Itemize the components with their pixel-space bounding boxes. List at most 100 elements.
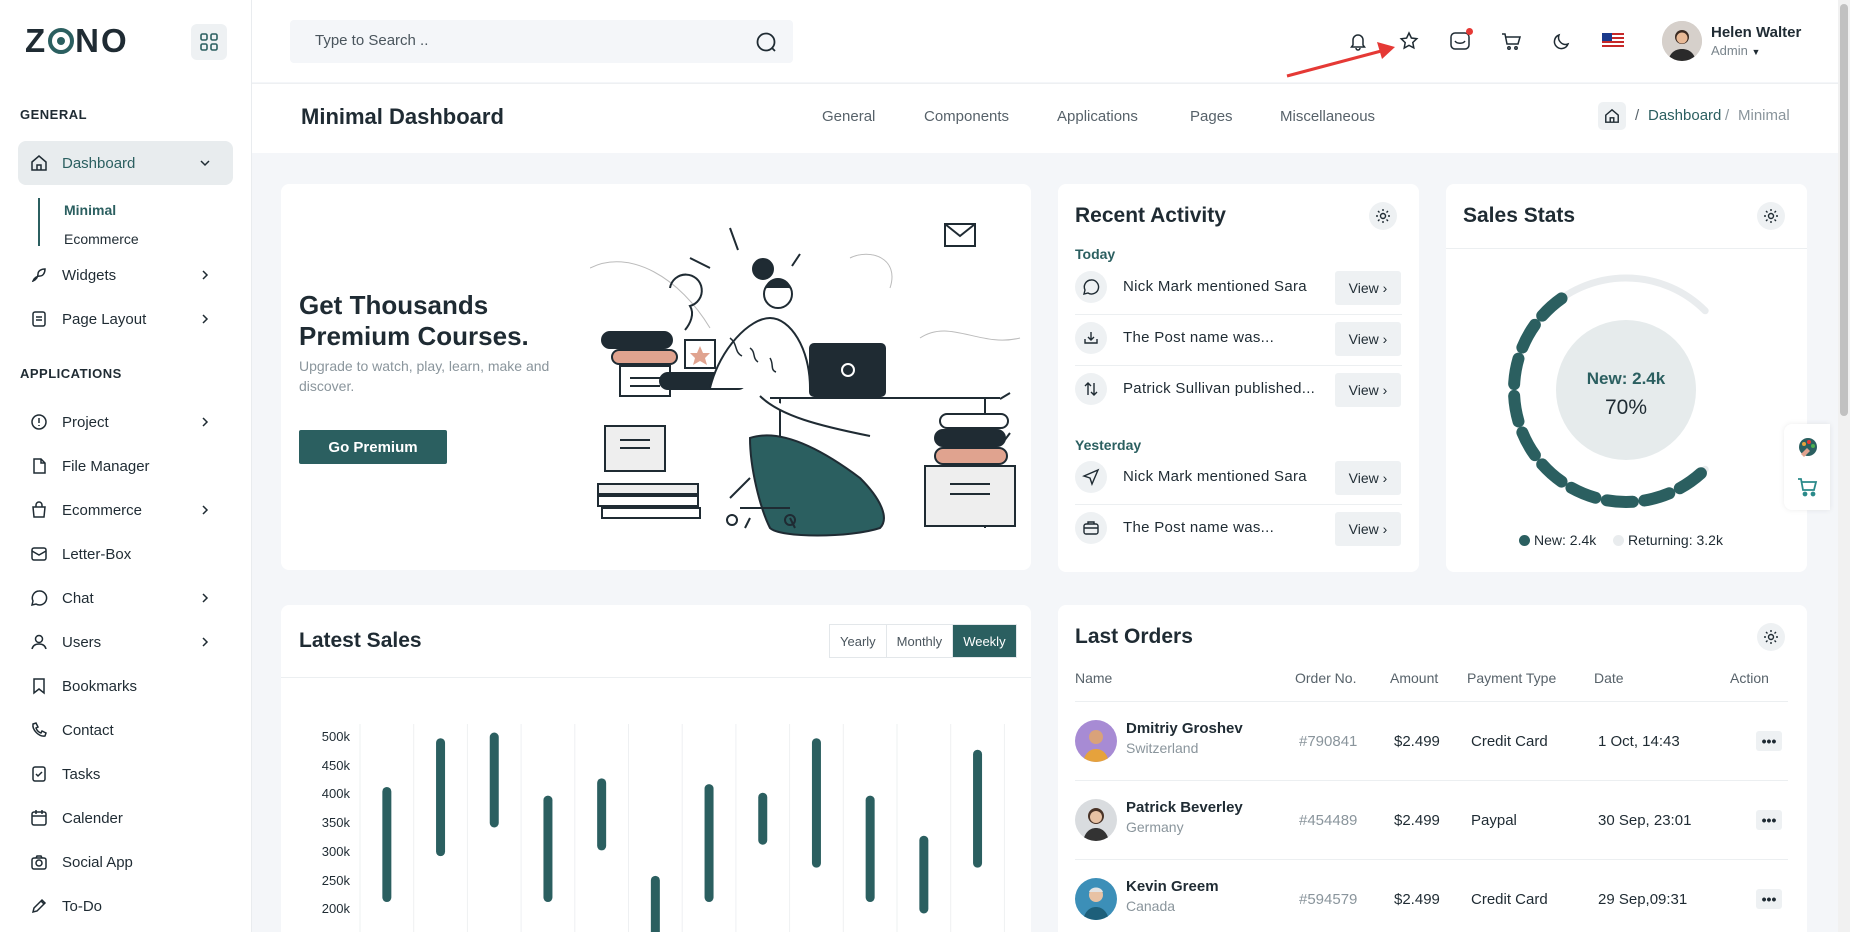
period-monthly[interactable]: Monthly	[887, 625, 954, 657]
column-header-name: Name	[1075, 670, 1113, 686]
cart-button[interactable]	[1500, 30, 1522, 52]
column-header-amount: Amount	[1390, 670, 1439, 686]
search-input[interactable]: Type to Search ..	[315, 32, 428, 49]
more-actions-button[interactable]: •••	[1756, 810, 1782, 830]
payment-type: Credit Card	[1471, 733, 1548, 750]
gauge-segment	[1516, 318, 1541, 354]
go-premium-button[interactable]: Go Premium	[299, 430, 447, 464]
activity-settings-button[interactable]	[1369, 202, 1397, 230]
language-button[interactable]	[1601, 30, 1625, 52]
sidebar-item-dashboard[interactable]: Dashboard	[18, 141, 233, 185]
activity-text: Nick Mark mentioned Sara	[1123, 468, 1307, 485]
view-button[interactable]: View ›	[1335, 512, 1401, 546]
phone-icon	[30, 721, 48, 739]
tab-components[interactable]: Components	[924, 108, 1009, 125]
search-icon[interactable]	[755, 31, 777, 53]
section-general: GENERAL	[20, 107, 88, 122]
tasks-icon	[30, 765, 48, 783]
order-amount: $2.499	[1394, 812, 1440, 829]
section-applications: APPLICATIONS	[20, 366, 122, 381]
logo[interactable]: Z NO	[25, 22, 129, 60]
activity-text: The Post name was...	[1123, 329, 1275, 346]
breadcrumb-home[interactable]	[1598, 102, 1626, 130]
send-icon	[1075, 461, 1107, 493]
chevron-down-icon	[200, 160, 210, 167]
scrollbar-thumb[interactable]	[1840, 4, 1848, 416]
period-yearly[interactable]: Yearly	[830, 625, 887, 657]
breadcrumb-separator: /	[1635, 107, 1640, 124]
user-name[interactable]: Helen Walter	[1711, 24, 1801, 41]
sidebar-item-file-manager[interactable]: File Manager	[18, 444, 233, 488]
camera-icon	[30, 853, 48, 871]
view-button[interactable]: View ›	[1335, 373, 1401, 407]
sidebar-item-letter-box[interactable]: Letter-Box	[18, 532, 233, 576]
messages-button[interactable]	[1449, 28, 1473, 52]
sidebar-item-label: Contact	[62, 721, 114, 739]
orders-settings-button[interactable]	[1757, 623, 1785, 651]
sidebar-item-to-do[interactable]: To-Do	[18, 884, 233, 928]
period-weekly[interactable]: Weekly	[953, 625, 1016, 657]
sidebar-item-widgets[interactable]: Widgets	[18, 253, 233, 297]
sidebar-item-page-layout[interactable]: Page Layout	[18, 297, 233, 341]
student-illustration	[590, 223, 1021, 537]
search-box[interactable]: Type to Search ..	[290, 20, 793, 63]
sidebar-item-chat[interactable]: Chat	[18, 576, 233, 620]
sidebar-item-label: Bookmarks	[62, 677, 138, 695]
more-actions-button[interactable]: •••	[1756, 889, 1782, 909]
sidebar-subitem-minimal[interactable]: Minimal	[64, 202, 116, 218]
avatar[interactable]	[1662, 21, 1702, 61]
customer-name: Dmitriy Groshev	[1126, 720, 1243, 737]
file-icon	[30, 457, 48, 475]
column-header-order: Order No.	[1295, 670, 1357, 686]
view-button[interactable]: View ›	[1335, 322, 1401, 356]
user-icon	[30, 633, 48, 651]
bag-icon	[30, 501, 48, 519]
payment-type: Credit Card	[1471, 891, 1548, 908]
sidebar-item-contact[interactable]: Contact	[18, 708, 233, 752]
scrollbar[interactable]	[1838, 0, 1850, 932]
sidebar-item-social-app[interactable]: Social App	[18, 840, 233, 884]
promo-text: Upgrade to watch, play, learn, make and …	[299, 358, 550, 394]
tab-applications[interactable]: Applications	[1057, 108, 1138, 125]
avatar	[1075, 878, 1117, 920]
sidebar-subitem-ecommerce[interactable]: Ecommerce	[64, 231, 139, 247]
sales-settings-button[interactable]	[1757, 202, 1785, 230]
dark-mode-toggle[interactable]	[1551, 30, 1573, 52]
gauge-percent: 70%	[1605, 396, 1647, 419]
tab-general[interactable]: General	[822, 108, 875, 125]
chevron-right-icon	[202, 637, 209, 647]
breadcrumb-dashboard[interactable]: Dashboard	[1648, 107, 1721, 124]
palette-icon[interactable]	[1797, 436, 1819, 458]
view-button[interactable]: View ›	[1335, 271, 1401, 305]
customer-name: Patrick Beverley	[1126, 799, 1243, 816]
view-button[interactable]: View ›	[1335, 461, 1401, 495]
sidebar-item-ecommerce[interactable]: Ecommerce	[18, 488, 233, 532]
tab-miscellaneous[interactable]: Miscellaneous	[1280, 108, 1375, 125]
column-header-payment: Payment Type	[1467, 670, 1557, 686]
y-tick-label: 350k	[321, 815, 350, 831]
sidebar-item-bookmarks[interactable]: Bookmarks	[18, 664, 233, 708]
sidebar-item-label: Tasks	[62, 765, 101, 783]
order-number: #594579	[1299, 891, 1358, 908]
avatar	[1075, 720, 1117, 762]
chat-icon	[1075, 271, 1107, 303]
customer-country: Canada	[1126, 898, 1176, 914]
more-actions-button[interactable]: •••	[1756, 731, 1782, 751]
sidebar-item-project[interactable]: Project	[18, 400, 233, 444]
sidebar-item-tasks[interactable]: Tasks	[18, 752, 233, 796]
user-avatar-icon	[1662, 21, 1702, 61]
last-orders-title: Last Orders	[1075, 625, 1193, 648]
y-tick-label: 200k	[321, 901, 350, 917]
sidebar-item-users[interactable]: Users	[18, 620, 233, 664]
activity-item: The Post name was... View ›	[1075, 317, 1402, 359]
cart-icon[interactable]	[1797, 476, 1819, 498]
tab-pages[interactable]: Pages	[1190, 108, 1233, 125]
calendar-icon	[30, 809, 48, 827]
activity-item: Nick Mark mentioned Sara View ›	[1075, 266, 1402, 308]
apps-grid-button[interactable]	[191, 24, 227, 60]
chevron-down-icon: ▼	[1751, 47, 1761, 57]
gauge-segment	[1536, 292, 1568, 322]
activity-item: The Post name was... View ›	[1075, 507, 1402, 549]
user-role[interactable]: Admin ▼	[1711, 43, 1760, 58]
sidebar-item-calender[interactable]: Calender	[18, 796, 233, 840]
